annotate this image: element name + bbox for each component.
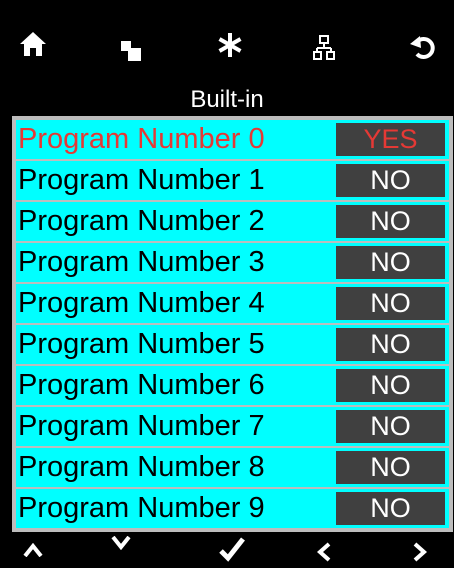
top-toolbar bbox=[0, 0, 454, 84]
network-icon[interactable] bbox=[313, 35, 335, 61]
list-item-program-5[interactable]: Program Number 5 NO bbox=[16, 325, 449, 364]
list-item-program-0[interactable]: Program Number 0 YES bbox=[16, 120, 449, 159]
page-title: Built-in bbox=[190, 86, 264, 113]
asterisk-icon[interactable] bbox=[215, 30, 245, 60]
copy-icon[interactable] bbox=[120, 40, 144, 64]
list-item-program-7[interactable]: Program Number 7 NO bbox=[16, 407, 449, 446]
program-value[interactable]: NO bbox=[336, 410, 445, 443]
down-arrow-icon[interactable] bbox=[111, 536, 131, 550]
program-value[interactable]: NO bbox=[336, 246, 445, 279]
program-list: Program Number 0 YES Program Number 1 NO… bbox=[12, 116, 453, 532]
list-item-program-4[interactable]: Program Number 4 NO bbox=[16, 284, 449, 323]
program-value[interactable]: NO bbox=[336, 369, 445, 402]
list-item-program-2[interactable]: Program Number 2 NO bbox=[16, 202, 449, 241]
checkmark-icon[interactable] bbox=[219, 536, 245, 562]
list-item-program-9[interactable]: Program Number 9 NO bbox=[16, 489, 449, 528]
list-item-program-8[interactable]: Program Number 8 NO bbox=[16, 448, 449, 487]
program-value[interactable]: NO bbox=[336, 328, 445, 361]
program-value[interactable]: NO bbox=[336, 205, 445, 238]
program-value[interactable]: NO bbox=[336, 164, 445, 197]
bottom-navigation bbox=[0, 532, 454, 568]
list-item-program-3[interactable]: Program Number 3 NO bbox=[16, 243, 449, 282]
program-label: Program Number 6 bbox=[18, 369, 265, 401]
undo-icon[interactable] bbox=[409, 32, 439, 62]
program-label: Program Number 2 bbox=[18, 205, 265, 237]
home-icon[interactable] bbox=[19, 30, 47, 58]
left-arrow-icon[interactable] bbox=[316, 542, 332, 562]
program-value[interactable]: YES bbox=[336, 123, 445, 156]
right-arrow-icon[interactable] bbox=[412, 542, 428, 562]
program-label: Program Number 8 bbox=[18, 451, 265, 483]
program-label: Program Number 5 bbox=[18, 328, 265, 360]
up-arrow-icon[interactable] bbox=[23, 543, 43, 557]
program-label: Program Number 3 bbox=[18, 246, 265, 278]
program-label: Program Number 9 bbox=[18, 492, 265, 524]
program-value[interactable]: NO bbox=[336, 492, 445, 525]
program-label: Program Number 1 bbox=[18, 164, 265, 196]
program-value[interactable]: NO bbox=[336, 287, 445, 320]
program-label: Program Number 0 bbox=[18, 123, 265, 155]
program-label: Program Number 7 bbox=[18, 410, 265, 442]
list-item-program-1[interactable]: Program Number 1 NO bbox=[16, 161, 449, 200]
program-value[interactable]: NO bbox=[336, 451, 445, 484]
list-item-program-6[interactable]: Program Number 6 NO bbox=[16, 366, 449, 405]
program-label: Program Number 4 bbox=[18, 287, 265, 319]
